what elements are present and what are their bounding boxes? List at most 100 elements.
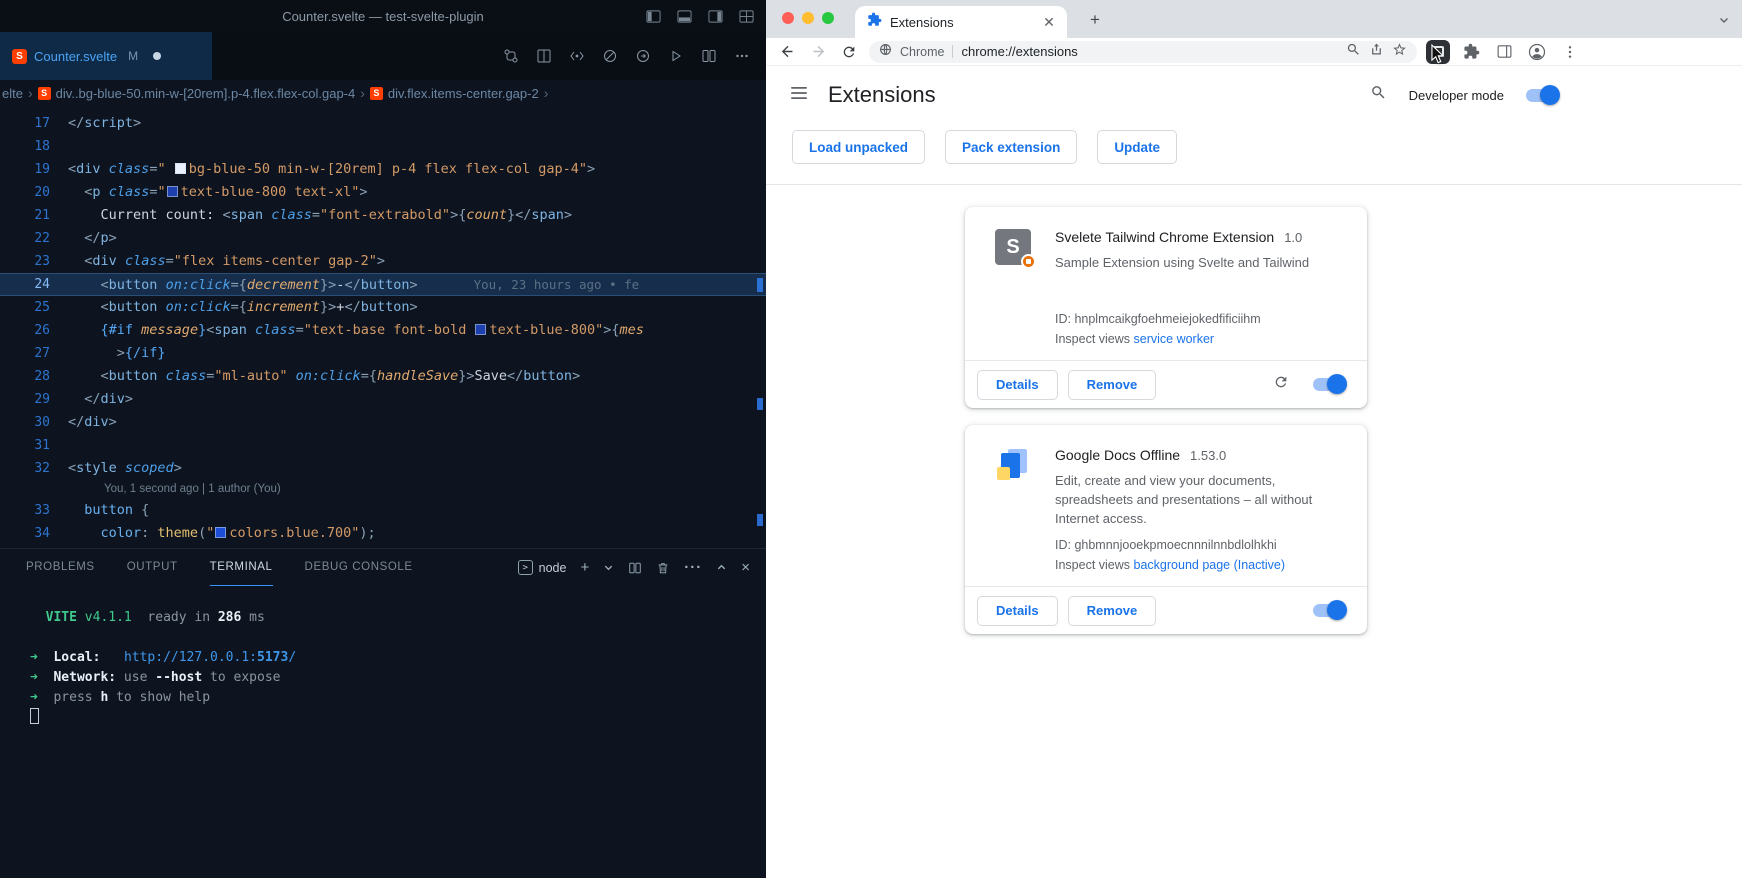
tab-close-icon[interactable]: ✕ [1041,14,1057,31]
code-line[interactable]: 28 <button class="ml-auto" on:click={han… [0,365,766,388]
run-button-icon[interactable] [668,48,684,64]
side-panel-icon[interactable] [1492,40,1516,64]
load-unpacked-button[interactable]: Load unpacked [792,130,925,164]
code-line[interactable]: 20 <p class="text-blue-800 text-xl"> [0,181,766,204]
git-modified-badge: M [128,49,138,63]
details-button[interactable]: Details [977,370,1058,400]
svelte-file-icon: S [12,49,27,64]
code-line[interactable]: 30</div> [0,411,766,434]
line-number: 28 [0,365,50,388]
panel-tab-terminal[interactable]: TERMINAL [210,549,273,586]
terminal-instance[interactable]: > node [518,560,567,575]
inspect-view-link[interactable]: background page (Inactive) [1134,558,1285,572]
profile-avatar-icon[interactable] [1525,40,1549,64]
code-line[interactable]: 25 <button on:click={increment}>+</butto… [0,296,766,319]
site-info-icon[interactable] [879,43,892,61]
code-line[interactable]: 17</script> [0,112,766,135]
remove-button[interactable]: Remove [1068,596,1157,626]
panel-tab-problems[interactable]: PROBLEMS [26,549,95,586]
overview-ruler[interactable] [756,106,764,548]
inspect-views-row: Inspect views background page (Inactive) [1055,558,1343,572]
update-button[interactable]: Update [1097,130,1177,164]
extension-enabled-toggle[interactable] [1313,604,1345,617]
git-blame-annotation: You, 23 hours ago • fe [474,277,640,292]
inspect-view-link[interactable]: service worker [1134,332,1215,346]
developer-mode-toggle[interactable] [1526,89,1558,102]
chrome-tab-strip: Extensions ✕ + [766,0,1742,38]
back-icon[interactable] [776,41,798,63]
pack-extension-button[interactable]: Pack extension [945,130,1077,164]
toggle-panel-icon[interactable] [677,9,692,24]
breadcrumb-separator: › [544,85,549,101]
code-line[interactable]: 21 Current count: <span class="font-extr… [0,204,766,227]
line-number: 31 [0,434,50,457]
extensions-page-toolbar: Extensions Developer mode [766,66,1742,124]
reload-extension-icon[interactable] [1273,374,1289,395]
new-tab-button[interactable]: + [1083,8,1107,32]
maximize-panel-icon[interactable] [716,562,727,573]
extension-id: ID: ghbmnnjooekpmoecnnnilnnbdlolhkhi [1055,538,1343,552]
extensions-puzzle-icon[interactable] [1459,40,1483,64]
panel-more-actions-icon[interactable]: ··· [684,560,702,575]
kill-terminal-icon[interactable] [656,561,670,575]
code-line[interactable]: 31 [0,434,766,457]
reload-icon[interactable] [838,41,860,63]
toggle-secondary-sidebar-icon[interactable] [708,9,723,24]
line-number: 23 [0,250,50,273]
circle-slash-icon[interactable] [602,48,618,64]
code-line[interactable]: 18 [0,135,766,158]
address-bar[interactable]: Chrome chrome://extensions [869,41,1417,63]
code-line[interactable]: 26 {#if message}<span class="text-base f… [0,319,766,342]
code-editor[interactable]: 17</script>1819<div class=" bg-blue-50 m… [0,106,766,548]
code-line[interactable]: 34 color: theme("colors.blue.700"); [0,522,766,545]
split-editor-icon[interactable] [701,48,717,64]
line-number: 18 [0,135,50,158]
forward-icon[interactable] [807,41,829,63]
url-text[interactable]: chrome://extensions [961,44,1077,59]
mac-minimize-button[interactable] [802,12,814,24]
share-icon[interactable] [1369,42,1384,62]
code-line[interactable]: 33 button { [0,499,766,522]
code-line[interactable]: 19<div class=" bg-blue-50 min-w-[20rem] … [0,158,766,181]
mac-close-button[interactable] [782,12,794,24]
tab-search-icon[interactable] [1718,13,1730,31]
code-line[interactable]: 29 </div> [0,388,766,411]
panel-tab-debug-console[interactable]: DEBUG CONSOLE [305,549,413,586]
search-icon[interactable] [1370,84,1387,106]
remove-button[interactable]: Remove [1068,370,1157,400]
more-actions-icon[interactable] [734,48,750,64]
code-line[interactable]: 32<style scoped> [0,457,766,480]
hamburger-menu-icon[interactable] [790,84,808,107]
toggle-primary-sidebar-icon[interactable] [646,9,661,24]
breadcrumb-item[interactable]: div..bg-blue-50.min-w-[20rem].p-4.flex.f… [56,86,356,101]
code-line[interactable]: 24 <button on:click={decrement}>-</butto… [0,273,766,296]
zoom-icon[interactable] [1346,42,1361,62]
new-terminal-icon[interactable]: + [580,560,589,575]
code-line[interactable]: 23 <div class="flex items-center gap-2"> [0,250,766,273]
vscode-titlebar: Counter.svelte — test-svelte-plugin [0,0,766,32]
details-button[interactable]: Details [977,596,1058,626]
open-preview-icon[interactable] [536,48,552,64]
code-line[interactable]: 22 </p> [0,227,766,250]
panel-tab-output[interactable]: OUTPUT [127,549,178,586]
mac-zoom-button[interactable] [822,12,834,24]
editor-tab-counter-svelte[interactable]: S Counter.svelte M [0,32,212,80]
code-line[interactable]: 27 >{/if} [0,342,766,365]
split-terminal-icon[interactable] [628,561,642,575]
code-navigate-icon[interactable] [569,48,585,64]
extension-enabled-toggle[interactable] [1313,378,1345,391]
breadcrumb-item[interactable]: div.flex.items-center.gap-2 [388,86,539,101]
terminal-shell-label: node [539,561,567,575]
bookmark-star-icon[interactable] [1392,42,1407,62]
git-compare-icon[interactable] [503,48,519,64]
line-number: 24 [0,273,50,296]
editor-actions [503,32,766,80]
chrome-menu-icon[interactable] [1558,40,1582,64]
customize-layout-icon[interactable] [739,9,754,24]
terminal-dropdown-icon[interactable] [603,562,614,573]
breadcrumb-item[interactable]: elte [2,86,23,101]
browser-tab-extensions[interactable]: Extensions ✕ [855,6,1067,38]
close-panel-icon[interactable]: × [741,560,750,575]
circle-arrow-icon[interactable] [635,48,651,64]
terminal-output[interactable]: VITE v4.1.1 ready in 286 ms➜ Local: http… [0,586,766,728]
